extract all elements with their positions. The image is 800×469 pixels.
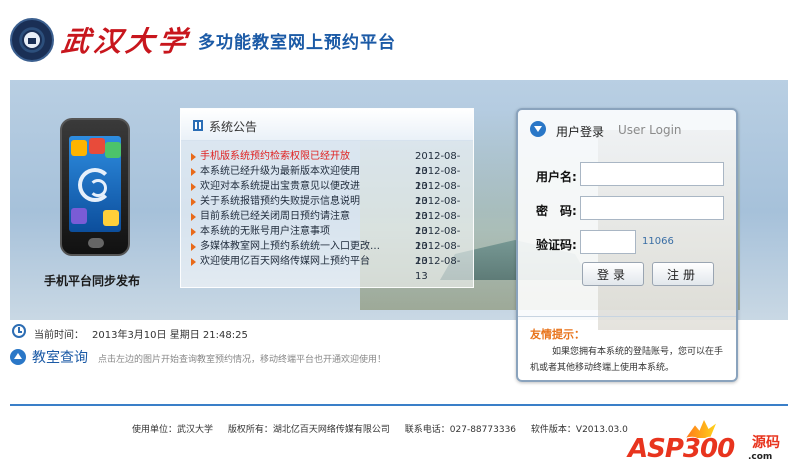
footer-user-unit: 使用单位：武汉大学 [132, 425, 214, 435]
mobile-caption: 手机平台同步发布 [44, 274, 141, 288]
footer-phone: 联系电话：027-88773336 [404, 425, 517, 435]
notice-link[interactable]: 目前系统已经关闭周日预约请注意 [200, 209, 386, 224]
platform-logo-icon [78, 168, 112, 202]
notice-list: 手机版系统预约检索权限已经开放 2012-08-13 本系统已经升级为最新版本欢迎… [187, 149, 471, 282]
query-description: 点击左边的图片开始查询教室预约情况，移动终端平台也开通欢迎使用！ [98, 355, 387, 365]
notice-link[interactable]: 本系统已经升级为最新版本欢迎使用 [200, 164, 386, 179]
arrow-right-icon [191, 228, 196, 236]
phone-home-button [88, 238, 104, 248]
mobile-app-image[interactable] [60, 118, 130, 256]
arrow-right-icon [191, 213, 196, 221]
notice-header: 系统公告 [181, 109, 473, 141]
captcha-label: 验证码: [536, 238, 577, 252]
password-input[interactable] [580, 196, 724, 220]
notice-item[interactable]: 目前系统已经关闭周日预约请注意 2012-08-13 [187, 209, 471, 237]
notice-item[interactable]: 欢迎使用亿百天网络传媒网上预约平台 2012-08-13 [187, 254, 471, 282]
login-title: 用户登录 [556, 125, 605, 139]
watermark-brand-cn: 源码 [752, 435, 780, 451]
clock-icon [12, 324, 26, 338]
notice-item[interactable]: 手机版系统预约检索权限已经开放 2012-08-13 [187, 149, 471, 177]
arrow-right-icon [191, 153, 196, 161]
app-tile-icon [71, 208, 87, 224]
register-button[interactable]: 注册 [652, 262, 714, 286]
arrow-right-icon [191, 258, 196, 266]
notice-item[interactable]: 多媒体教室网上预约系统统一入口更改通知 2012-08-13 [187, 239, 471, 267]
arrow-right-icon [191, 243, 196, 251]
app-tile-icon [71, 140, 87, 156]
arrow-right-icon [191, 198, 196, 206]
notice-link[interactable]: 欢迎对本系统提出宝贵意见以便改进 [200, 179, 386, 194]
arrow-right-icon [191, 168, 196, 176]
notice-panel: 系统公告 手机版系统预约检索权限已经开放 2012-08-13 本系统已经升级为最… [180, 108, 474, 288]
notice-link[interactable]: 欢迎使用亿百天网络传媒网上预约平台 [200, 254, 386, 269]
footer-version: 软件版本：V2013.03.0 [530, 425, 628, 435]
username-label: 用户名: [536, 170, 577, 184]
arrow-up-circle-icon[interactable] [10, 349, 26, 365]
login-title-en: User Login [618, 123, 682, 137]
captcha-code[interactable]: 11066 [642, 236, 674, 247]
notice-title: 系统公告 [209, 120, 258, 134]
notice-link[interactable]: 本系统的无账号用户注意事项 [200, 224, 386, 239]
footer-copyright: 版权所有：湖北亿百天网络传媒有限公司 [227, 425, 390, 435]
notice-item[interactable]: 欢迎对本系统提出宝贵意见以便改进 2012-08-13 [187, 179, 471, 207]
notice-link[interactable]: 关于系统报错预约失败提示信息说明 [200, 194, 386, 209]
username-input[interactable] [580, 162, 724, 186]
divider [518, 316, 736, 317]
arrow-right-icon [191, 183, 196, 191]
app-tile-icon [105, 142, 121, 158]
footer: 使用单位：武汉大学 版权所有：湖北亿百天网络传媒有限公司 联系电话：027-88… [132, 422, 640, 435]
password-label: 密 码: [536, 204, 577, 218]
arrow-down-circle-icon [530, 121, 546, 137]
platform-title: 多功能教室网上预约平台 [198, 33, 396, 53]
tips-text: 如果您拥有本系统的登陆账号，您可以在手机或者其他移动终端上使用本系统。 [530, 347, 724, 373]
time-label: 当前时间： [34, 330, 84, 341]
university-emblem-icon [10, 18, 54, 62]
watermark-brand: ASP300 [628, 434, 735, 464]
captcha-input[interactable] [580, 230, 636, 254]
notice-link[interactable]: 多媒体教室网上预约系统统一入口更改通知 [200, 239, 386, 254]
notice-item[interactable]: 本系统已经升级为最新版本欢迎使用 2012-08-13 [187, 164, 471, 192]
tips-title: 友情提示： [530, 328, 585, 341]
notice-link[interactable]: 手机版系统预约检索权限已经开放 [200, 149, 386, 164]
watermark-domain: .com [748, 452, 773, 462]
app-tile-icon [89, 138, 105, 154]
notice-item[interactable]: 关于系统报错预约失败提示信息说明 2012-08-13 [187, 194, 471, 222]
watermark-logo: ASP300 源码 .com [628, 420, 788, 466]
notice-date: 2012-08-13 [415, 256, 461, 282]
pause-icon [193, 120, 203, 131]
notice-item[interactable]: 本系统的无账号用户注意事项 2012-08-13 [187, 224, 471, 252]
app-tile-icon [103, 210, 119, 226]
footer-divider [10, 404, 788, 406]
login-button[interactable]: 登录 [582, 262, 644, 286]
time-value: 2013年3月10日 星期日 21:48:25 [92, 330, 248, 341]
header: 武汉大学 多功能教室网上预约平台 [0, 0, 800, 80]
classroom-query-link[interactable]: 教室查询 [32, 347, 88, 367]
university-name-logo: 武汉大学 [59, 25, 193, 58]
phone-screen [69, 136, 121, 232]
login-panel: 用户登录 User Login 用户名: 密 码: 验证码: 11066 登录 … [516, 108, 738, 382]
